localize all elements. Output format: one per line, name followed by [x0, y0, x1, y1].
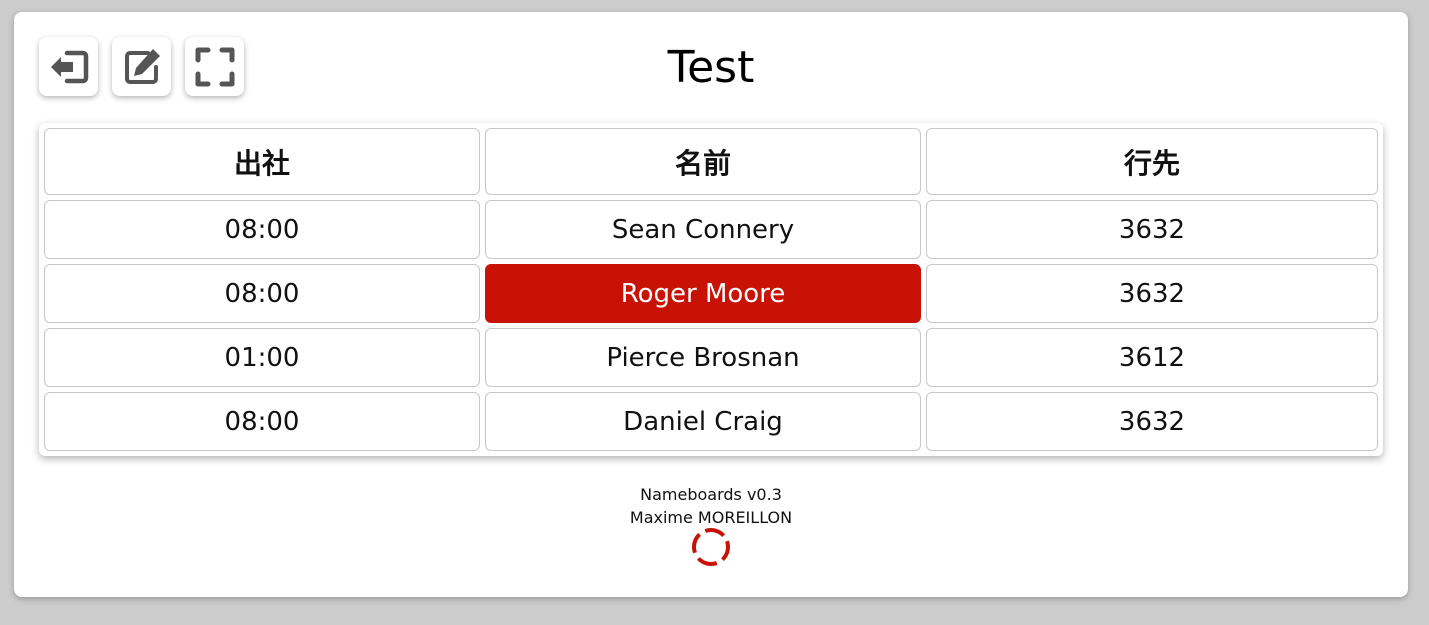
main-card: Test 出社 名前 行先 08:00 Sean Connery 3632 08…	[14, 12, 1408, 597]
column-header-arrival: 出社	[44, 128, 480, 195]
table-cell-name-highlighted[interactable]: Roger Moore	[485, 264, 921, 323]
table-cell-destination: 3632	[926, 392, 1378, 451]
nameboard-table: 出社 名前 行先 08:00 Sean Connery 3632 08:00 R…	[39, 123, 1383, 456]
table-cell-time: 08:00	[44, 264, 480, 323]
column-header-name: 名前	[485, 128, 921, 195]
page-title: Test	[667, 42, 755, 93]
table-cell-name[interactable]: Daniel Craig	[485, 392, 921, 451]
table-cell-destination: 3632	[926, 264, 1378, 323]
table-cell-time: 08:00	[44, 392, 480, 451]
table-cell-destination: 3612	[926, 328, 1378, 387]
table-cell-name[interactable]: Sean Connery	[485, 200, 921, 259]
table-cell-time: 08:00	[44, 200, 480, 259]
app-version: Nameboards v0.3	[640, 485, 782, 504]
column-header-destination: 行先	[926, 128, 1378, 195]
footer: Nameboards v0.3 Maxime MOREILLON	[14, 483, 1408, 529]
table-cell-name[interactable]: Pierce Brosnan	[485, 328, 921, 387]
loading-spinner-icon	[692, 528, 730, 566]
table-cell-time: 01:00	[44, 328, 480, 387]
table-cell-destination: 3632	[926, 200, 1378, 259]
